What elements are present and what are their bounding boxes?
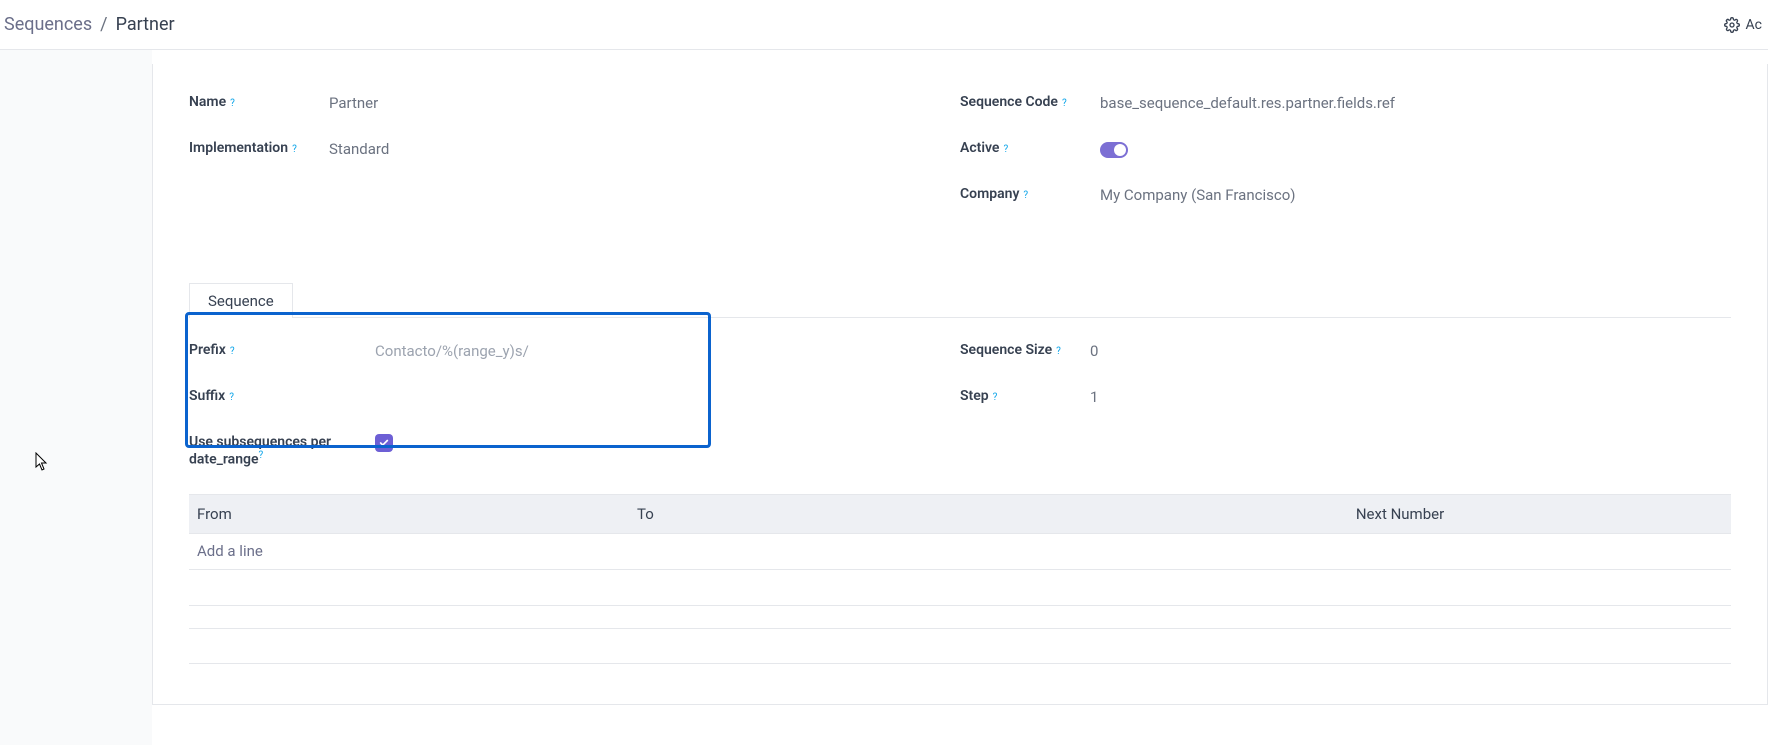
help-icon[interactable]: ? (230, 98, 235, 109)
field-sequence-size: Sequence Size? 0 (960, 342, 1731, 374)
value-name[interactable]: Partner (329, 94, 960, 112)
help-icon[interactable]: ? (1023, 190, 1028, 201)
field-step: Step? 1 (960, 388, 1731, 420)
breadcrumb-separator: / (100, 14, 107, 35)
left-gutter (0, 50, 152, 745)
label-implementation: Implementation (189, 140, 288, 156)
field-company: Company? My Company (San Francisco) (960, 186, 1731, 218)
column-to[interactable]: To (629, 495, 1069, 533)
help-icon[interactable]: ? (993, 392, 998, 403)
help-icon[interactable]: ? (259, 450, 264, 461)
field-active: Active? (960, 140, 1731, 172)
field-suffix: Suffix? (189, 388, 960, 420)
use-date-range-checkbox[interactable] (375, 434, 393, 452)
label-use-subseq-l2: date_range (189, 452, 259, 468)
field-sequence-code: Sequence Code? base_sequence_default.res… (960, 94, 1731, 126)
value-prefix[interactable]: Contacto/%(range_y)s/ (375, 342, 960, 360)
active-toggle[interactable] (1100, 142, 1128, 158)
label-use-subseq-l1: Use subsequences per (189, 434, 331, 450)
help-icon[interactable]: ? (1056, 346, 1061, 357)
actions-label: Ac (1746, 17, 1762, 33)
field-use-date-range: Use subsequences per date_range? (189, 434, 960, 468)
label-step: Step (960, 388, 989, 404)
date-range-grid: From To Next Number Add a line (189, 494, 1731, 664)
grid-empty-row (189, 570, 1731, 606)
form-sheet: Name? Partner Implementation? Standard S… (152, 64, 1768, 705)
value-sequence-code[interactable]: base_sequence_default.res.partner.fields… (1100, 94, 1731, 112)
breadcrumb-bar: Sequences / Partner Ac (0, 0, 1768, 50)
help-icon[interactable]: ? (229, 392, 234, 403)
help-icon[interactable]: ? (1003, 144, 1008, 155)
add-a-line[interactable]: Add a line (189, 534, 1731, 570)
label-suffix: Suffix (189, 388, 225, 404)
label-name: Name (189, 94, 226, 110)
tab-sequence[interactable]: Sequence (189, 283, 293, 318)
page-body: Name? Partner Implementation? Standard S… (0, 50, 1768, 745)
help-icon[interactable]: ? (230, 346, 235, 357)
label-sequence-code: Sequence Code (960, 94, 1058, 110)
gear-icon (1724, 17, 1740, 33)
sequence-tab-content: Prefix? Contacto/%(range_y)s/ Suffix? Us… (189, 318, 1731, 664)
help-icon[interactable]: ? (1062, 98, 1067, 109)
label-sequence-size: Sequence Size (960, 342, 1052, 358)
top-fields: Name? Partner Implementation? Standard S… (189, 94, 1731, 232)
grid-header: From To Next Number (189, 494, 1731, 534)
value-step[interactable]: 1 (1090, 388, 1731, 406)
label-prefix: Prefix (189, 342, 226, 358)
field-name: Name? Partner (189, 94, 960, 126)
grid-empty-row (189, 628, 1731, 664)
column-from[interactable]: From (189, 495, 629, 533)
value-company[interactable]: My Company (San Francisco) (1100, 186, 1731, 204)
check-icon (379, 438, 389, 448)
value-implementation[interactable]: Standard (329, 140, 960, 158)
label-active: Active (960, 140, 999, 156)
tabs: Sequence (189, 282, 1731, 318)
actions-menu[interactable]: Ac (1724, 17, 1764, 33)
value-sequence-size[interactable]: 0 (1090, 342, 1731, 360)
breadcrumb: Sequences / Partner (4, 14, 175, 35)
field-prefix: Prefix? Contacto/%(range_y)s/ (189, 342, 960, 374)
field-implementation: Implementation? Standard (189, 140, 960, 172)
breadcrumb-current: Partner (116, 14, 175, 35)
label-company: Company (960, 186, 1019, 202)
column-next-number[interactable]: Next Number (1069, 495, 1731, 533)
breadcrumb-parent[interactable]: Sequences (4, 14, 92, 35)
help-icon[interactable]: ? (292, 144, 297, 155)
